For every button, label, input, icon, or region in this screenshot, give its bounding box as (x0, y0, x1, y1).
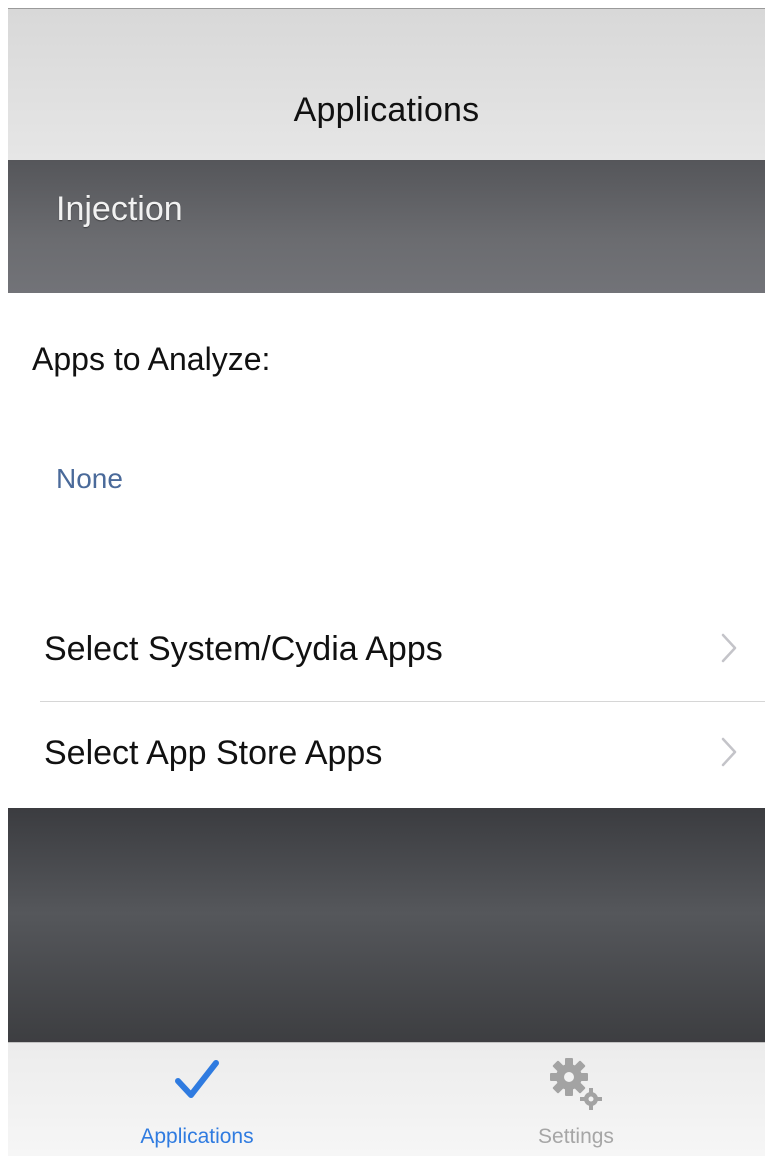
screen-edge-top (8, 0, 765, 8)
tab-applications[interactable]: Applications (8, 1043, 386, 1156)
tab-settings[interactable]: Settings (387, 1043, 765, 1156)
content-panel: Apps to Analyze: None Select System/Cydi… (8, 293, 765, 808)
row-label: Select App Store Apps (44, 733, 383, 772)
section-header: Injection (8, 160, 765, 293)
tab-label: Settings (538, 1125, 614, 1148)
app-screen: Applications Injection Apps to Analyze: … (0, 0, 765, 1156)
empty-background-area (8, 808, 765, 1042)
screen-edge-left (0, 0, 8, 1156)
apps-to-analyze-label: Apps to Analyze: (32, 341, 271, 377)
navigation-bar: Applications (8, 8, 765, 161)
page-title: Applications (293, 90, 480, 129)
checkmark-icon (175, 1060, 219, 1098)
chevron-right-icon (721, 633, 737, 663)
tab-bar: Applications Settings (8, 1042, 765, 1156)
tab-label: Applications (140, 1125, 254, 1148)
select-app-store-apps-row[interactable]: Select App Store Apps (8, 701, 765, 805)
gears-icon (550, 1058, 602, 1110)
select-system-cydia-apps-row[interactable]: Select System/Cydia Apps (8, 597, 765, 701)
chevron-right-icon (721, 737, 737, 767)
selected-apps-value: None (56, 463, 123, 494)
section-header-label: Injection (56, 190, 183, 228)
row-label: Select System/Cydia Apps (44, 629, 443, 668)
